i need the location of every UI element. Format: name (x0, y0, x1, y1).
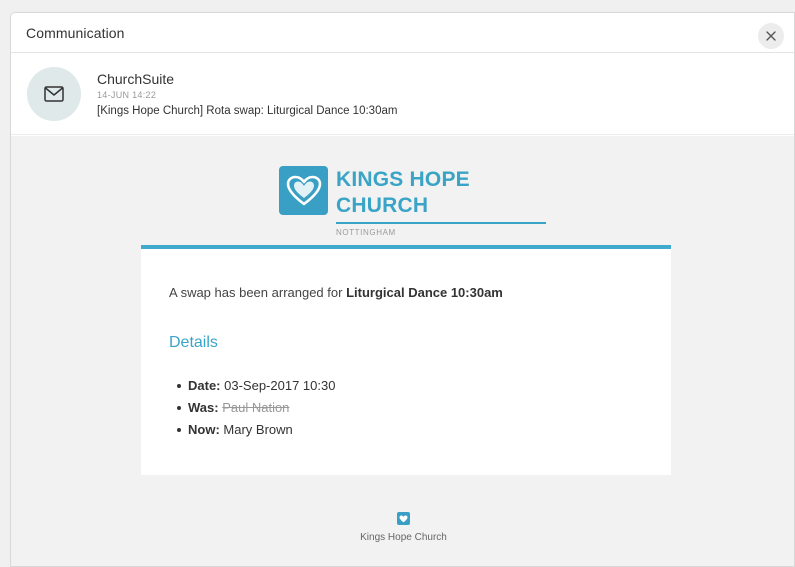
detail-label: Was: (188, 400, 219, 415)
modal-title: Communication (26, 24, 125, 41)
heart-icon (399, 515, 408, 522)
communication-modal: Communication ChurchSuite 14-JUN 14:22 [… (10, 12, 795, 567)
message-meta: ChurchSuite 14-JUN 14:22 [Kings Hope Chu… (11, 53, 794, 135)
detail-value: 03-Sep-2017 10:30 (224, 378, 336, 393)
close-button[interactable] (758, 23, 784, 49)
church-name: KINGS HOPE CHURCH (336, 167, 546, 224)
sender-avatar (27, 67, 81, 121)
footer-logo (397, 512, 410, 525)
meta-text: ChurchSuite 14-JUN 14:22 [Kings Hope Chu… (97, 67, 397, 119)
detail-value: Mary Brown (223, 422, 293, 437)
heart-icon (286, 175, 321, 205)
email-body: KINGS HOPE CHURCH NOTTINGHAM A swap has … (11, 136, 794, 566)
email-card: A swap has been arranged for Liturgical … (141, 245, 671, 475)
logo-text: KINGS HOPE CHURCH NOTTINGHAM (336, 166, 546, 237)
message-subject: [Kings Hope Church] Rota swap: Liturgica… (97, 105, 398, 117)
detail-label: Date: (188, 378, 221, 393)
intro-prefix: A swap has been arranged for (169, 285, 343, 300)
sender-name: ChurchSuite (97, 71, 175, 87)
details-heading: Details (169, 334, 218, 351)
detail-was: Was: Paul Nation (176, 397, 335, 419)
logo-mark (279, 166, 328, 215)
church-logo: KINGS HOPE CHURCH NOTTINGHAM (279, 166, 546, 237)
message-timestamp: 14-JUN 14:22 (97, 90, 157, 100)
intro-event: Liturgical Dance 10:30am (346, 285, 503, 300)
modal-header: Communication (11, 13, 794, 53)
close-icon (766, 31, 776, 41)
detail-value: Paul Nation (222, 400, 290, 415)
details-list: Date: 03-Sep-2017 10:30 Was: Paul Nation… (176, 375, 336, 441)
footer-church-name: Kings Hope Church (360, 532, 447, 543)
detail-now: Now: Mary Brown (176, 419, 335, 441)
envelope-icon (44, 86, 64, 102)
detail-date: Date: 03-Sep-2017 10:30 (176, 375, 336, 397)
church-location: NOTTINGHAM (336, 228, 396, 237)
email-footer: Kings Hope Church (11, 512, 794, 543)
intro-text: A swap has been arranged for Liturgical … (169, 285, 503, 300)
detail-label: Now: (188, 422, 220, 437)
